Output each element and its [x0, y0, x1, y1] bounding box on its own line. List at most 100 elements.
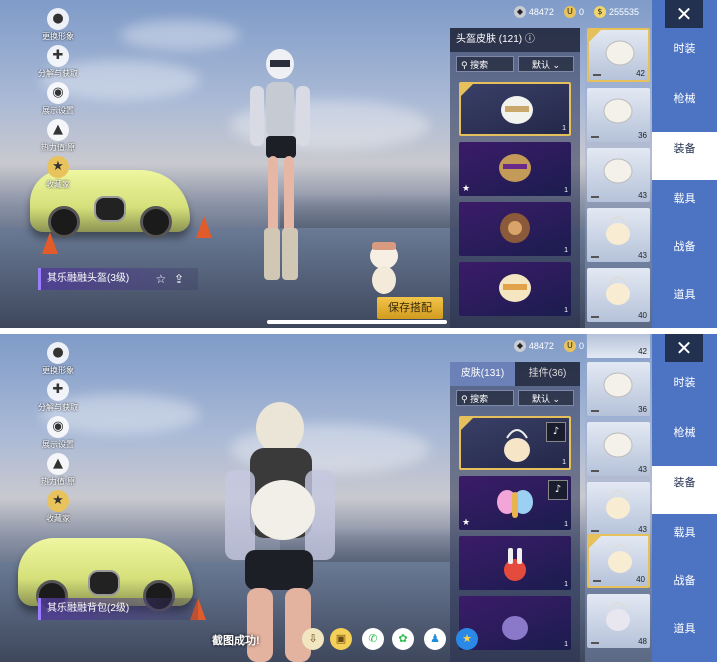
category-tactical[interactable]: 战备 — [652, 240, 717, 254]
helmet-icon — [603, 158, 633, 184]
wechat-icon[interactable]: ✆ — [362, 628, 384, 650]
save-icon[interactable]: ⇩ — [302, 628, 324, 650]
share-icon[interactable]: ⇪ — [174, 272, 184, 286]
category-props[interactable]: 道具 — [652, 288, 717, 302]
sort-dropdown[interactable]: 默认 ⌄ — [518, 390, 574, 406]
bronze-helmet-icon — [500, 213, 530, 243]
category-rail: ✕ 时装 枪械 装备 载具 战备 道具 — [652, 0, 717, 328]
left-menu-collector[interactable]: ★ 收藏家 — [30, 490, 86, 524]
left-menu-display-settings[interactable]: ◉ 展示设置 — [30, 82, 86, 116]
screenshot-toast: 截图成功! — [212, 635, 260, 647]
bp-currency: $255535 — [593, 6, 639, 18]
category-guns[interactable]: 枪械 — [652, 92, 717, 106]
category-guns[interactable]: 枪械 — [652, 426, 717, 440]
chevron-down-icon: ⌄ — [552, 61, 561, 71]
qzone-icon[interactable]: ★ — [456, 628, 478, 650]
equipped-slot[interactable]: 40 — [587, 268, 650, 322]
category-equipment[interactable]: 装备 — [652, 466, 717, 514]
list-title: 头盔皮肤 (121) ⓘ — [450, 28, 580, 52]
silver-coin-icon: ◆ — [513, 6, 526, 18]
skin-list-panel: 头盔皮肤 (121) ⓘ ⚲ 搜索 默认 ⌄ 1 ★ 1 1 1 — [450, 28, 580, 328]
left-menu-heat-value[interactable]: ▲ 热力值:原 — [30, 453, 86, 487]
category-props[interactable]: 道具 — [652, 622, 717, 636]
category-equipment[interactable]: 装备 — [652, 132, 717, 180]
pet-companion — [370, 242, 398, 294]
uc-currency: U0 — [563, 6, 584, 18]
top-screenshot: ● 更换形象 ✚ 分解与获取 ◉ 展示设置 ▲ 热力值:原 ★ 收藏家 其乐融融头盔(3级… — [0, 0, 717, 328]
left-menu-change-look[interactable]: ● 更换形象 — [30, 8, 86, 42]
gallery-icon[interactable]: ▣ — [330, 628, 352, 650]
equipped-slot[interactable]: 43 — [587, 208, 650, 262]
helmet-icon — [605, 40, 635, 66]
skin-card[interactable]: ★ 1 — [459, 142, 571, 196]
qq-icon[interactable]: ♟ — [424, 628, 446, 650]
equipped-slot[interactable]: 43 — [587, 422, 650, 476]
skin-card[interactable]: 1 — [459, 536, 571, 590]
gold-helmet-icon — [499, 154, 531, 182]
category-vehicles[interactable]: 载具 — [652, 526, 717, 540]
purple-backpack-icon — [502, 616, 528, 640]
close-icon: ✕ — [675, 336, 693, 360]
category-vehicles[interactable]: 载具 — [652, 192, 717, 206]
helmet-icon — [603, 372, 633, 398]
left-menu-decompose[interactable]: ✚ 分解与获取 — [30, 379, 86, 413]
bp-coin-icon: $ — [593, 6, 606, 18]
equipped-slot[interactable]: 42 — [587, 28, 650, 82]
uc-coin-icon: U — [563, 340, 576, 352]
equipped-slot[interactable]: 43 — [587, 482, 650, 536]
tab-pendants[interactable]: 挂件(36) — [515, 362, 580, 386]
equipped-slot[interactable]: 36 — [587, 362, 650, 416]
help-icon[interactable]: ⓘ — [525, 34, 535, 45]
category-fashion[interactable]: 时装 — [652, 376, 717, 390]
moments-icon[interactable]: ✿ — [392, 628, 414, 650]
white-helmet-icon — [501, 96, 533, 124]
backpack-icon — [606, 276, 630, 305]
category-fashion[interactable]: 时装 — [652, 42, 717, 56]
equipped-slot[interactable]: 43 — [587, 148, 650, 202]
backpack-icon — [606, 602, 630, 631]
uc-currency: U0 — [563, 340, 584, 352]
close-button[interactable]: ✕ — [665, 334, 703, 362]
silver-currency: ◆ 48472 — [513, 340, 554, 352]
search-button[interactable]: ⚲ 搜索 — [456, 390, 514, 406]
item-name-text: 其乐融融头盔(3级) — [47, 273, 130, 284]
skin-card[interactable]: 1 — [459, 262, 571, 316]
flame-icon: ▲ — [47, 119, 69, 141]
butterfly-backpack-icon — [497, 490, 533, 518]
equipped-slot[interactable]: 48 — [587, 594, 650, 648]
skin-card[interactable]: 1 — [459, 202, 571, 256]
uc-coin-icon: U — [563, 6, 576, 18]
chevron-down-icon: ⌄ — [552, 395, 561, 405]
pendant-tag-icon: ♪ — [546, 422, 566, 442]
save-outfit-button[interactable]: 保存搭配 — [377, 297, 443, 319]
favorite-star-icon[interactable]: ☆ — [156, 272, 167, 286]
eye-icon: ◉ — [47, 82, 69, 104]
equipped-slot[interactable]: 40 — [587, 534, 650, 588]
left-menu-collector[interactable]: ★ 收藏家 — [30, 156, 86, 190]
category-tactical[interactable]: 战备 — [652, 574, 717, 588]
search-icon: ⚲ — [461, 395, 468, 405]
cupcake-backpack-icon — [504, 429, 530, 462]
skin-card[interactable]: ♪ ★ 1 — [459, 476, 571, 530]
left-menu-heat-value[interactable]: ▲ 热力值:原 — [30, 119, 86, 153]
skin-card[interactable]: 1 — [459, 82, 571, 136]
close-button[interactable]: ✕ — [665, 0, 703, 28]
backpack-icon — [606, 216, 630, 245]
tab-skins[interactable]: 皮肤(131) — [450, 362, 515, 386]
left-menu-decompose[interactable]: ✚ 分解与获取 — [30, 45, 86, 79]
search-button[interactable]: ⚲ 搜索 — [456, 56, 514, 72]
skin-card[interactable]: ♪ 1 — [459, 416, 571, 470]
left-menu-change-look[interactable]: ● 更换形象 — [30, 342, 86, 376]
left-menu: ● 更换形象 ✚ 分解与获取 ◉ 展示设置 ▲ 热力值:原 ★ 收藏家 — [30, 8, 86, 193]
equipped-slot[interactable]: 36 — [587, 88, 650, 142]
selected-item-name: 其乐融融背包(2级) — [38, 598, 198, 620]
flame-icon: ▲ — [47, 453, 69, 475]
sort-dropdown[interactable]: 默认 ⌄ — [518, 56, 574, 72]
collector-badge-icon: ★ — [47, 490, 69, 512]
bunny-backpack-icon — [504, 548, 526, 581]
traffic-cone — [42, 232, 58, 254]
favorite-star-icon: ★ — [462, 518, 471, 528]
helmet-icon — [603, 98, 633, 124]
left-menu-display-settings[interactable]: ◉ 展示设置 — [30, 416, 86, 450]
equipped-items-column: 42 36 43 43 40 — [585, 28, 652, 328]
